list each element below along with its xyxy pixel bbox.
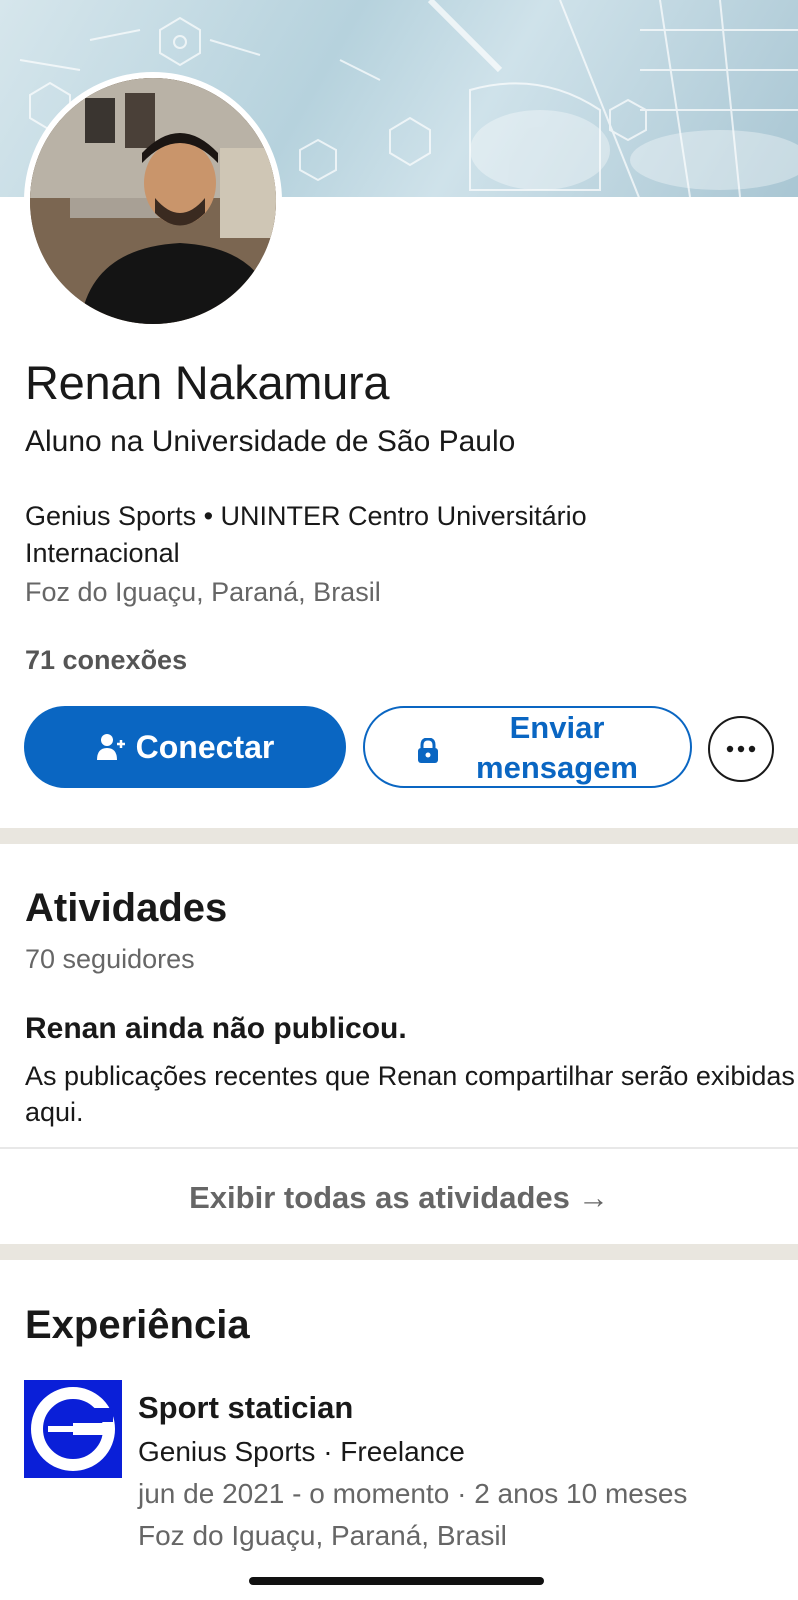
lock-icon (418, 738, 438, 763)
experience-dates: jun de 2021 - o momento · 2 anos 10 mese… (138, 1478, 688, 1509)
arrow-right-icon: → (577, 1180, 609, 1215)
no-posts-title: Renan ainda não publicou. (25, 1012, 407, 1045)
home-indicator[interactable] (249, 1577, 544, 1585)
person-photo-icon (30, 78, 276, 324)
profile-companies[interactable]: Genius Sports • UNINTER Centro Universit… (25, 498, 745, 572)
show-all-activity-label: Exibir todas as atividades (189, 1180, 570, 1215)
activity-footer-divider (0, 1147, 798, 1149)
connect-button-label: Conectar (135, 728, 275, 765)
profile-name: Renan Nakamura (25, 356, 390, 409)
more-horizontal-icon (726, 745, 756, 753)
no-posts-description: As publicações recentes que Renan compar… (25, 1061, 795, 1127)
experience-role[interactable]: Sport statician (138, 1390, 353, 1426)
genius-sports-logo-icon (31, 1387, 115, 1471)
send-message-label: Enviar mensagem (476, 710, 638, 785)
activity-section-title: Atividades (25, 886, 228, 930)
profile-connections[interactable]: 71 conexões (25, 645, 187, 676)
followers-count: 70 seguidores (25, 944, 195, 974)
section-divider (0, 1244, 798, 1260)
show-all-activity-link[interactable]: Exibir todas as atividades → (0, 1180, 798, 1216)
experience-company: Genius Sports · Freelance (138, 1436, 465, 1467)
profile-location: Foz do Iguaçu, Paraná, Brasil (25, 577, 381, 607)
send-message-button[interactable]: Enviar mensagem (363, 706, 692, 788)
connect-button[interactable]: Conectar (24, 706, 346, 788)
profile-headline: Aluno na Universidade de São Paulo (25, 425, 516, 458)
section-divider (0, 828, 798, 844)
add-person-icon (96, 734, 125, 760)
experience-location: Foz do Iguaçu, Paraná, Brasil (138, 1520, 507, 1551)
experience-section-title: Experiência (25, 1303, 250, 1347)
profile-avatar[interactable] (24, 72, 282, 330)
company-logo[interactable] (24, 1380, 122, 1478)
more-options-button[interactable] (708, 716, 774, 782)
